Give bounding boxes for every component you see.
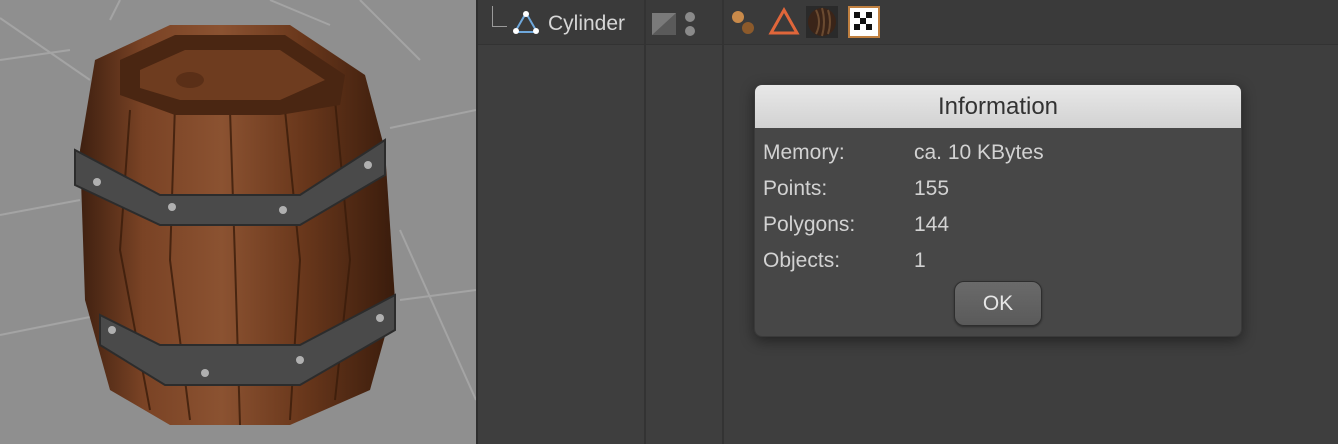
info-label: Polygons: [763,213,856,236]
object-row[interactable]: Cylinder [478,0,1338,45]
column-divider[interactable] [722,0,724,444]
layer-swatch-icon[interactable] [652,13,676,35]
phong-triangle-icon[interactable] [768,6,800,38]
object-name[interactable]: Cylinder [548,12,625,36]
info-label: Points: [763,177,828,200]
information-dialog: Information Memory: ca. 10 KBytes Points… [754,84,1242,337]
3d-viewport[interactable] [0,0,476,444]
checker-texture-icon[interactable] [848,6,880,38]
info-value: ca. 10 KBytes [914,141,1044,164]
info-label: Memory: [763,141,845,164]
editor-visibility-dot[interactable] [685,12,695,22]
barrel-render [0,0,476,426]
info-label: Objects: [763,249,841,272]
ok-button[interactable]: OK [954,281,1042,326]
info-value: 144 [914,213,950,236]
info-value: 1 [914,249,926,272]
dialog-title: Information [755,85,1241,128]
wood-material-sphere-icon[interactable] [806,6,838,38]
info-value: 155 [914,177,950,200]
material-balls-icon[interactable] [728,6,760,38]
render-visibility-dot[interactable] [685,26,695,36]
tree-line [492,6,507,27]
visibility-dots[interactable] [685,12,697,38]
column-divider[interactable] [644,0,646,444]
cylinder-primitive-icon [513,11,539,34]
